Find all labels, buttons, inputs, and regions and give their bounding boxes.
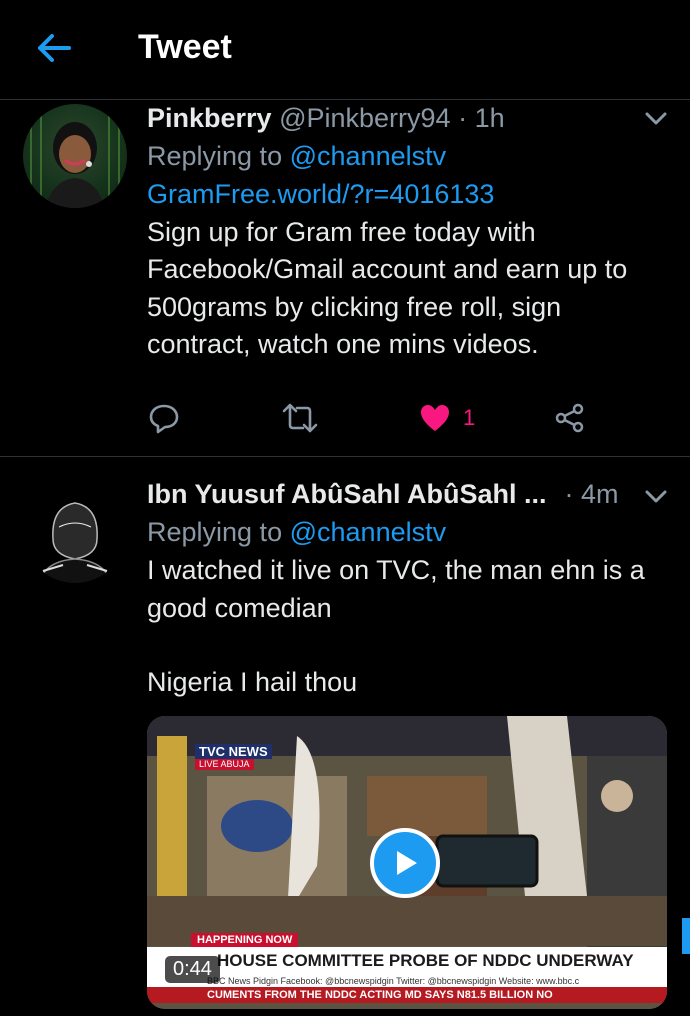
scroll-indicator (682, 918, 690, 954)
video-player[interactable]: TVC NEWS LIVE ABUJA HAPPENING NOW HOUSE … (147, 716, 667, 1009)
ticker-subline: BBC News Pidgin Facebook: @bbcnewspidgin… (147, 975, 667, 987)
tweet-text: GramFree.world/?r=4016133 Sign up for Gr… (147, 176, 666, 364)
like-count: 1 (463, 405, 476, 430)
reply-context: Replying to @channelstv (147, 138, 666, 174)
ticker-label: HAPPENING NOW (191, 933, 299, 947)
timestamp: · 1h (458, 103, 505, 133)
news-ticker: HAPPENING NOW HOUSE COMMITTEE PROBE OF N… (147, 933, 667, 1003)
video-duration: 0:44 (165, 956, 220, 983)
tweet-link[interactable]: GramFree.world/?r=4016133 (147, 176, 666, 214)
ticker-crawl: CUMENTS FROM THE NDDC ACTING MD SAYS N81… (147, 987, 667, 1003)
reply-mention-link[interactable]: @channelstv (290, 517, 447, 547)
reply-mention-link[interactable]: @channelstv (290, 141, 447, 171)
avatar-image (30, 104, 120, 208)
share-icon (555, 403, 584, 433)
share-button[interactable] (553, 400, 587, 436)
reply-prefix: Replying to (147, 517, 283, 547)
heart-filled-icon (421, 405, 449, 431)
tweet-body-line: Nigeria I hail thou (147, 667, 358, 697)
retweet-icon (282, 403, 318, 433)
retweet-button[interactable] (281, 400, 319, 436)
back-button[interactable] (34, 28, 74, 68)
tweet-actions: 1 (147, 400, 607, 440)
avatar[interactable] (23, 479, 127, 583)
play-button[interactable] (370, 828, 440, 898)
tweet-content: Ibn Yuusuf AbûSahl AbûSahl ... · 4m Repl… (147, 476, 666, 702)
chevron-down-icon (645, 112, 667, 125)
tweet-reply[interactable]: Pinkberry @Pinkberry94 · 1h Replying to … (0, 100, 690, 457)
top-bar: Tweet (0, 0, 690, 100)
tweet-body: Sign up for Gram free today with Faceboo… (147, 216, 628, 360)
like-button[interactable]: 1 (419, 400, 475, 436)
tweet-menu-button[interactable] (642, 104, 670, 132)
arrow-left-icon (38, 34, 71, 62)
channel-location: LIVE ABUJA (195, 759, 254, 770)
tweet-menu-button[interactable] (642, 482, 670, 510)
play-icon (397, 851, 417, 875)
handle[interactable]: @Pinkberry94 (279, 103, 450, 133)
timestamp: · 4m (564, 479, 619, 509)
channel-logo: TVC NEWS (195, 744, 272, 759)
tweet-text: I watched it live on TVC, the man ehn is… (147, 552, 666, 702)
tweet-header: Pinkberry @Pinkberry94 · 1h (147, 100, 666, 136)
tweet-reply[interactable]: Ibn Yuusuf AbûSahl AbûSahl ... · 4m Repl… (0, 458, 690, 1016)
ticker-headline: HOUSE COMMITTEE PROBE OF NDDC UNDERWAY (147, 947, 667, 975)
reply-button[interactable] (147, 400, 181, 436)
page-title: Tweet (138, 28, 232, 66)
reply-icon (149, 404, 179, 434)
display-name[interactable]: Pinkberry (147, 103, 272, 133)
reply-prefix: Replying to (147, 141, 283, 171)
tweet-body-line: I watched it live on TVC, the man ehn is… (147, 555, 645, 623)
chevron-down-icon (645, 490, 667, 503)
avatar[interactable] (23, 104, 127, 208)
reply-context: Replying to @channelstv (147, 514, 666, 550)
display-name[interactable]: Ibn Yuusuf AbûSahl AbûSahl ... (147, 476, 557, 512)
tweet-header: Ibn Yuusuf AbûSahl AbûSahl ... · 4m (147, 476, 666, 512)
tweet-content: Pinkberry @Pinkberry94 · 1h Replying to … (147, 100, 666, 364)
avatar-image (38, 502, 112, 583)
